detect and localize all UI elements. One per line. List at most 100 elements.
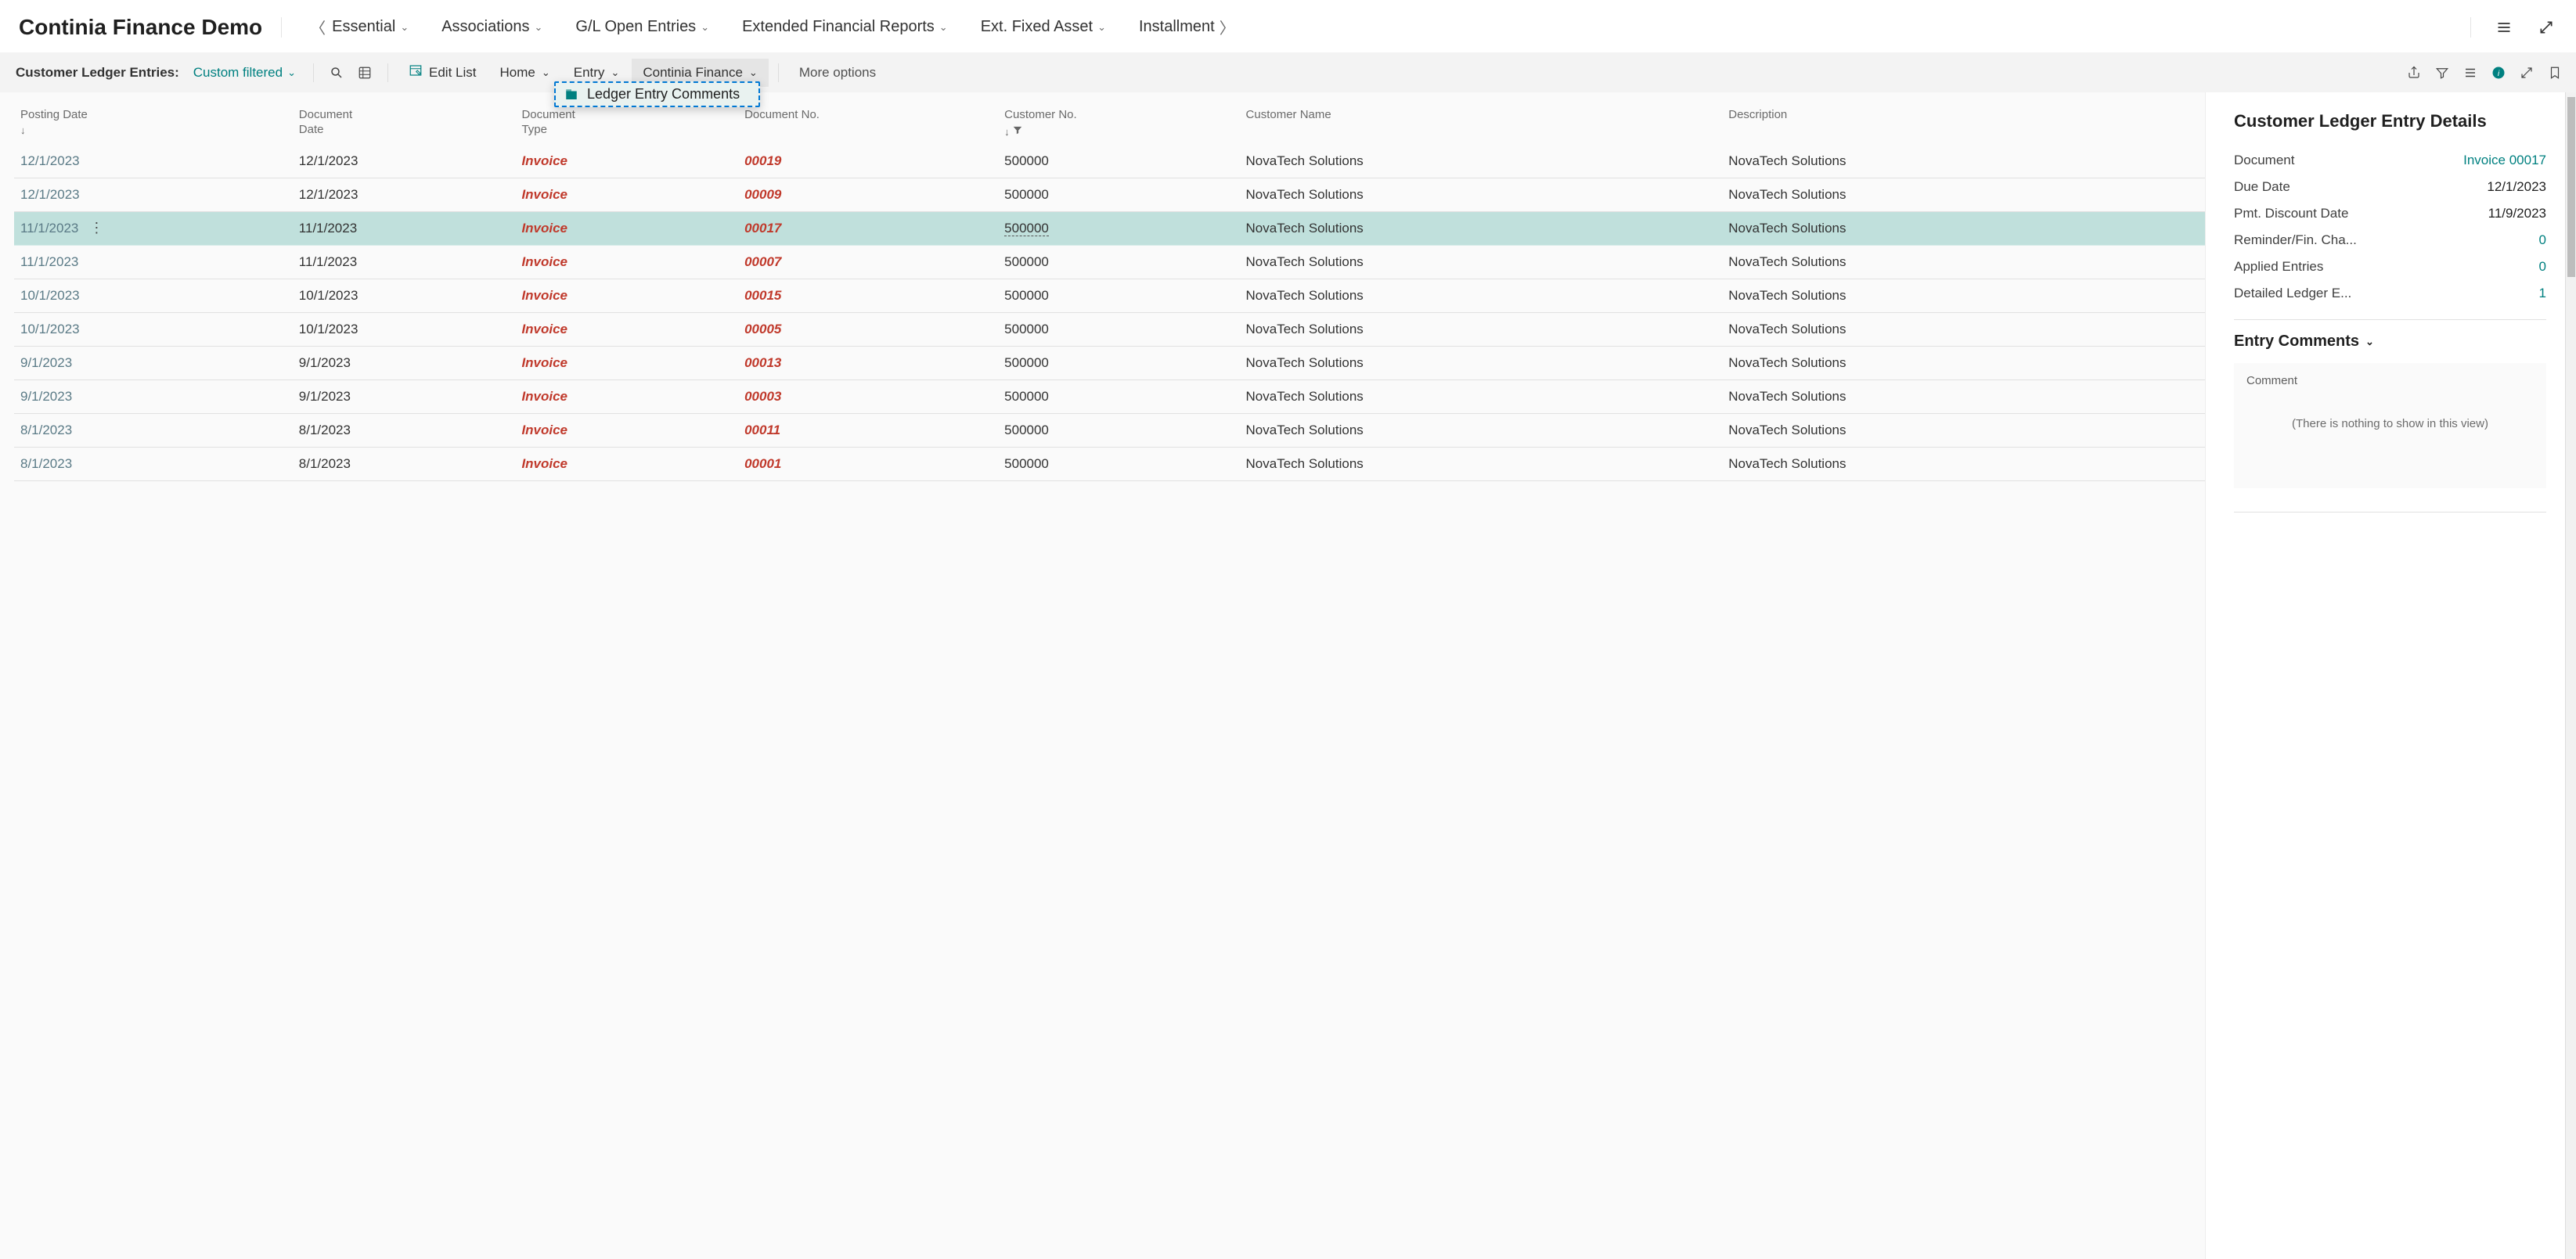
- document-type-link[interactable]: Invoice: [521, 153, 567, 168]
- ledger-entry-comments-menuitem[interactable]: Ledger Entry Comments: [554, 81, 760, 107]
- search-icon[interactable]: [323, 59, 350, 86]
- document-no-link[interactable]: 00015: [744, 288, 781, 303]
- customer-no[interactable]: 500000: [1004, 322, 1049, 336]
- posting-date-link[interactable]: 10/1/2023: [20, 288, 80, 303]
- customer-no[interactable]: 500000: [1004, 254, 1049, 269]
- table-row[interactable]: 9/1/20239/1/2023Invoice00013500000NovaTe…: [14, 347, 2205, 380]
- nav-extended-reports[interactable]: Extended Financial Reports ⌄: [733, 12, 957, 42]
- document-no-link[interactable]: 00007: [744, 254, 781, 269]
- customer-no[interactable]: 500000: [1004, 389, 1049, 404]
- document-no-link[interactable]: 00011: [744, 423, 780, 437]
- nav-essential[interactable]: 〈 Essential ⌄: [301, 9, 418, 45]
- separator: [2234, 319, 2546, 320]
- list-icon[interactable]: [2457, 59, 2484, 86]
- filter-state-dropdown[interactable]: Custom filtered ⌄: [186, 60, 304, 85]
- table-row[interactable]: 10/1/202310/1/2023Invoice00005500000Nova…: [14, 313, 2205, 347]
- description: NovaTech Solutions: [1722, 380, 2205, 414]
- table-row[interactable]: 8/1/20238/1/2023Invoice00001500000NovaTe…: [14, 448, 2205, 481]
- customer-name: NovaTech Solutions: [1240, 212, 1723, 246]
- document-no-link[interactable]: 00013: [744, 355, 781, 370]
- table-row[interactable]: 9/1/20239/1/2023Invoice00003500000NovaTe…: [14, 380, 2205, 414]
- document-type-link[interactable]: Invoice: [521, 221, 567, 236]
- customer-no[interactable]: 500000: [1004, 288, 1049, 303]
- nav-installment[interactable]: Installment 〉: [1129, 9, 1246, 45]
- posting-date-link[interactable]: 9/1/2023: [20, 389, 72, 404]
- share-icon[interactable]: [2401, 59, 2427, 86]
- edit-list-button[interactable]: Edit List: [398, 57, 487, 88]
- comments-empty-text: (There is nothing to show in this view): [2246, 417, 2534, 430]
- popout-icon[interactable]: [2513, 59, 2540, 86]
- posting-date-link[interactable]: 12/1/2023: [20, 187, 80, 202]
- button-label: More options: [799, 65, 876, 81]
- customer-name: NovaTech Solutions: [1240, 448, 1723, 481]
- document-type-link[interactable]: Invoice: [521, 355, 567, 370]
- nav-ext-fixed-asset[interactable]: Ext. Fixed Asset ⌄: [971, 12, 1115, 42]
- posting-date-link[interactable]: 8/1/2023: [20, 423, 72, 437]
- info-icon[interactable]: i: [2485, 59, 2512, 86]
- nav-label: G/L Open Entries: [575, 18, 696, 36]
- document-type-link[interactable]: Invoice: [521, 389, 567, 404]
- nav-gl-open-entries[interactable]: G/L Open Entries ⌄: [566, 12, 719, 42]
- button-label: Edit List: [429, 65, 476, 81]
- customer-no[interactable]: 500000: [1004, 355, 1049, 370]
- posting-date-link[interactable]: 11/1/2023: [20, 254, 78, 269]
- filter-icon[interactable]: [2429, 59, 2455, 86]
- document-type-link[interactable]: Invoice: [521, 288, 567, 303]
- list-view-icon[interactable]: [351, 59, 378, 86]
- posting-date-link[interactable]: 10/1/2023: [20, 322, 80, 336]
- document-type-link[interactable]: Invoice: [521, 456, 567, 471]
- table-row[interactable]: 8/1/20238/1/2023Invoice00011500000NovaTe…: [14, 414, 2205, 448]
- posting-date-link[interactable]: 12/1/2023: [20, 153, 80, 168]
- document-no-link[interactable]: 00005: [744, 322, 781, 336]
- col-document-no[interactable]: Document No.: [738, 100, 998, 145]
- document-type-link[interactable]: Invoice: [521, 254, 567, 269]
- ledger-grid[interactable]: Posting Date ↓ Document Date Document Ty…: [0, 92, 2205, 1259]
- col-customer-no[interactable]: Customer No. ↓: [998, 100, 1239, 145]
- col-posting-date[interactable]: Posting Date ↓: [14, 100, 293, 145]
- button-label: Continia Finance: [643, 65, 743, 81]
- document-no-link[interactable]: 00019: [744, 153, 781, 168]
- document-type-link[interactable]: Invoice: [521, 423, 567, 437]
- table-row[interactable]: 11/1/202311/1/2023Invoice00007500000Nova…: [14, 246, 2205, 279]
- document-no-link[interactable]: 00003: [744, 389, 781, 404]
- col-description[interactable]: Description: [1722, 100, 2205, 145]
- document-no-link[interactable]: 00001: [744, 456, 781, 471]
- comment-field-label: Comment: [2246, 374, 2534, 387]
- document-link[interactable]: Invoice 00017: [2463, 153, 2546, 168]
- home-menu[interactable]: Home ⌄: [488, 59, 560, 87]
- customer-no[interactable]: 500000: [1004, 153, 1049, 168]
- expand-window-icon[interactable]: [2532, 13, 2560, 41]
- customer-no[interactable]: 500000: [1004, 456, 1049, 471]
- edit-list-icon: [409, 63, 423, 81]
- table-row[interactable]: 12/1/202312/1/2023Invoice00009500000Nova…: [14, 178, 2205, 212]
- bookmark-icon[interactable]: [2542, 59, 2568, 86]
- customer-no[interactable]: 500000: [1004, 423, 1049, 437]
- entry-comments-header[interactable]: Entry Comments ⌄: [2234, 333, 2546, 351]
- posting-date-link[interactable]: 8/1/2023: [20, 456, 72, 471]
- document-no-link[interactable]: 00009: [744, 187, 781, 202]
- col-customer-name[interactable]: Customer Name: [1240, 100, 1723, 145]
- document-type-link[interactable]: Invoice: [521, 322, 567, 336]
- customer-no[interactable]: 500000: [1004, 221, 1049, 236]
- table-row[interactable]: 10/1/202310/1/2023Invoice00015500000Nova…: [14, 279, 2205, 313]
- customer-no[interactable]: 500000: [1004, 187, 1049, 202]
- scrollbar-thumb[interactable]: [2567, 97, 2575, 277]
- col-document-date[interactable]: Document Date: [293, 100, 516, 145]
- document-no-link[interactable]: 00017: [744, 221, 781, 236]
- more-options-button[interactable]: More options: [788, 59, 887, 87]
- table-row[interactable]: 11/1/2023⋮11/1/2023Invoice00017500000Nov…: [14, 212, 2205, 246]
- detailed-count-link[interactable]: 1: [2539, 286, 2546, 301]
- applied-count-link[interactable]: 0: [2539, 259, 2546, 275]
- nav-associations[interactable]: Associations ⌄: [432, 12, 552, 42]
- reminder-count-link[interactable]: 0: [2539, 232, 2546, 248]
- posting-date-link[interactable]: 9/1/2023: [20, 355, 72, 370]
- scrollbar[interactable]: [2565, 92, 2576, 1259]
- posting-date-link[interactable]: 11/1/2023: [20, 221, 78, 236]
- row-more-icon[interactable]: ⋮: [78, 221, 103, 235]
- customer-name: NovaTech Solutions: [1240, 380, 1723, 414]
- document-type-link[interactable]: Invoice: [521, 187, 567, 202]
- description: NovaTech Solutions: [1722, 414, 2205, 448]
- menu-icon[interactable]: [2490, 13, 2518, 41]
- table-row[interactable]: 12/1/202312/1/2023Invoice00019500000Nova…: [14, 145, 2205, 178]
- toolbar: Customer Ledger Entries: Custom filtered…: [0, 52, 2576, 92]
